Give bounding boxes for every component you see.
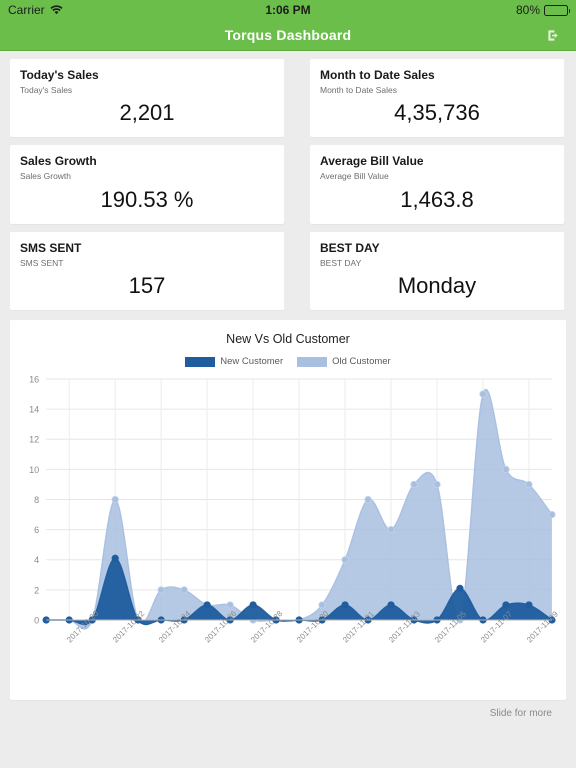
chart-panel-wrapper: New Vs Old Customer New Customer Old Cus…	[0, 310, 576, 719]
metric-card-cell: Month to Date Sales Month to Date Sales …	[288, 51, 576, 138]
nav-bar: Torqus Dashboard	[0, 20, 576, 51]
metric-card-cell: Average Bill Value Average Bill Value 1,…	[288, 137, 576, 224]
metric-title: SMS SENT	[20, 240, 82, 255]
metric-card-sales-growth[interactable]: Sales Growth Sales Growth 190.53 %	[10, 145, 284, 224]
legend-item-new-customer[interactable]: New Customer	[185, 356, 283, 367]
legend-label: New Customer	[220, 356, 284, 368]
legend-swatch	[185, 356, 216, 367]
status-bar: Carrier 1:06 PM 80%	[0, 0, 576, 20]
svg-text:2: 2	[34, 586, 39, 596]
status-bar-right: 80%	[515, 3, 570, 17]
status-bar-time: 1:06 PM	[265, 3, 311, 17]
logout-icon[interactable]	[544, 26, 562, 44]
metric-card-cell: Sales Growth Sales Growth 190.53 %	[0, 137, 288, 224]
wifi-icon	[50, 4, 63, 16]
metric-title: Average Bill Value	[320, 154, 424, 169]
metric-value: 1,463.8	[400, 186, 474, 212]
svg-text:4: 4	[34, 556, 39, 566]
legend-swatch	[297, 356, 328, 367]
metrics-grid: Today's Sales Today's Sales 2,201 Month …	[0, 51, 576, 311]
chart-x-axis-labels: 2017-10-20 2017-10-22 2017-10-24 2017-10-26…	[16, 610, 560, 692]
chart-panel[interactable]: New Vs Old Customer New Customer Old Cus…	[10, 320, 566, 701]
metric-card-month-to-date-sales[interactable]: Month to Date Sales Month to Date Sales …	[310, 59, 564, 138]
metric-value: 4,35,736	[394, 100, 480, 126]
metric-subtitle: Sales Growth	[20, 171, 72, 182]
metric-card-average-bill-value[interactable]: Average Bill Value Average Bill Value 1,…	[310, 145, 564, 224]
metric-card-todays-sales[interactable]: Today's Sales Today's Sales 2,201	[10, 59, 284, 138]
metric-card-cell: Today's Sales Today's Sales 2,201	[0, 51, 288, 138]
metric-card-best-day[interactable]: BEST DAY BEST DAY Monday	[310, 231, 564, 311]
carrier-label: Carrier	[8, 3, 45, 17]
slide-for-more-hint: Slide for more	[489, 708, 552, 720]
svg-text:16: 16	[29, 375, 39, 385]
metric-value: 2,201	[119, 100, 175, 126]
metric-card-sms-sent[interactable]: SMS SENT SMS SENT 157	[10, 231, 284, 311]
metric-title: Month to Date Sales	[320, 68, 435, 82]
svg-text:8: 8	[34, 495, 39, 505]
svg-text:10: 10	[29, 465, 39, 475]
metric-title: BEST DAY	[320, 240, 380, 255]
metric-card-cell: BEST DAY BEST DAY Monday	[288, 224, 576, 311]
metric-value: 157	[128, 273, 166, 299]
svg-text:6: 6	[34, 526, 39, 536]
metric-title: Sales Growth	[20, 154, 97, 169]
metric-value: Monday	[397, 273, 477, 299]
status-bar-left: Carrier	[8, 3, 63, 17]
dashboard-app: Carrier 1:06 PM 80% Torqus Dashboard Tod…	[0, 0, 576, 768]
metric-subtitle: SMS SENT	[20, 257, 64, 268]
chart-svg: 0 2 4 6 8 10 12 14 16	[29, 375, 556, 630]
chart-plot-area[interactable]: 0 2 4 6 8 10 12 14 16	[16, 373, 560, 638]
battery-percent-label: 80%	[515, 3, 540, 17]
legend-label: Old Customer	[332, 356, 391, 368]
metric-subtitle: Today's Sales	[20, 85, 73, 95]
metric-value: 190.53 %	[100, 186, 194, 212]
metric-card-cell: SMS SENT SMS SENT 157	[0, 224, 288, 311]
page-title: Torqus Dashboard	[224, 27, 352, 43]
svg-text:12: 12	[29, 435, 39, 445]
legend-item-old-customer[interactable]: Old Customer	[297, 356, 391, 367]
metric-subtitle: Month to Date Sales	[320, 85, 398, 95]
metric-subtitle: Average Bill Value	[320, 171, 389, 182]
metric-subtitle: BEST DAY	[320, 257, 362, 268]
metric-title: Today's Sales	[20, 68, 99, 82]
chart-title: New Vs Old Customer	[226, 332, 350, 347]
dashboard-content: Today's Sales Today's Sales 2,201 Month …	[0, 51, 576, 768]
battery-icon	[544, 4, 570, 16]
chart-legend: New Customer Old Customer	[16, 356, 560, 367]
svg-text:14: 14	[29, 405, 39, 415]
svg-text:0: 0	[34, 616, 39, 626]
